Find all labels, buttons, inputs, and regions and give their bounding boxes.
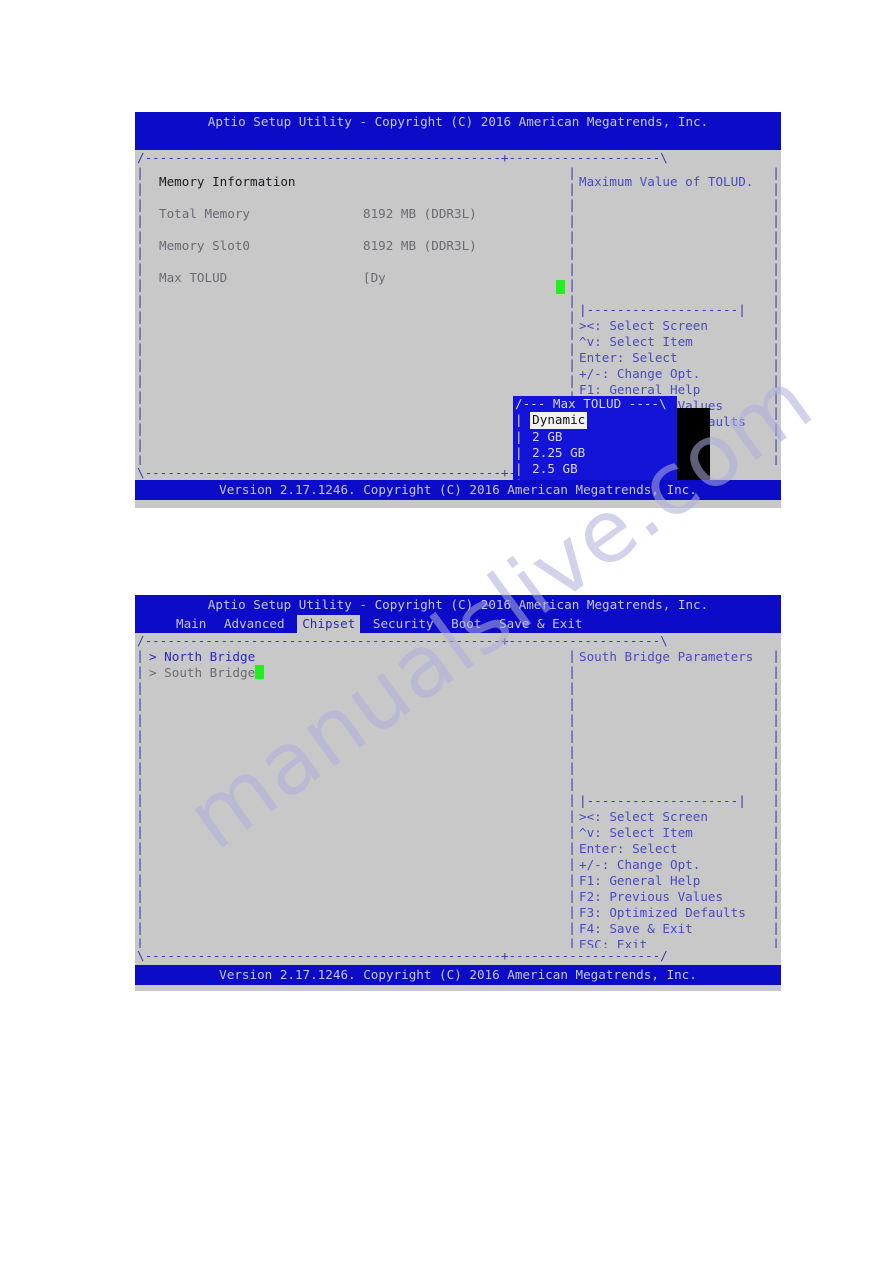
spacer-row — [579, 761, 781, 777]
spacer-row — [579, 286, 781, 302]
title-bar-screen2: Aptio Setup Utility - Copyright (C) 2016… — [135, 595, 781, 615]
bios-screen-chipset-main: Aptio Setup Utility - Copyright (C) 2016… — [135, 595, 781, 991]
dropdown-option-label: 2 GB — [532, 428, 563, 444]
help-key-f3-optimized-defaults: F3: Optimized Defaults — [579, 905, 746, 920]
setting-label: Memory Slot0 — [159, 238, 250, 253]
settings-list-screen1: Memory Information Total Memory 8192 MB (… — [135, 165, 567, 286]
setting-label: Max TOLUD — [159, 270, 228, 285]
help-key-f1-general-help: F1: General Help — [579, 873, 701, 888]
dropdown-option-label: 2.25 GB — [532, 444, 586, 460]
setting-value: 8192 MB (DDR3L) — [363, 206, 477, 221]
help-key-enter-select: Enter: Select — [579, 841, 678, 856]
tab-boot[interactable]: Boot — [446, 615, 486, 633]
cursor-block-screen1 — [556, 280, 565, 296]
help-key-select-screen: ><: Select Screen — [579, 809, 708, 824]
settings-panel-screen1: | | | | | | | | | | | | | | | | | | | Me… — [135, 165, 567, 465]
settings-list-screen2: > North Bridge > South Bridge — [135, 648, 567, 681]
help-key-change-opt: +/-: Change Opt. — [579, 366, 701, 381]
spacer-row — [579, 665, 781, 681]
panel-columns-screen2: | | | | | | | | | | | | | | | | | | | > … — [135, 648, 781, 948]
spacer-row — [579, 681, 781, 697]
body-area-screen2: /---------------------------------------… — [135, 633, 781, 965]
spacer-row — [159, 254, 567, 270]
menu-item-label: > South Bridge — [149, 665, 256, 680]
spacer-row — [579, 254, 781, 270]
help-key-f2-previous-values: F2: Previous Values — [579, 889, 724, 904]
dropdown-title-border: /--- Max TOLUD ----\ — [515, 396, 667, 411]
top-rule-screen1: /---------------------------------------… — [137, 150, 668, 165]
menu-bar-screen2: Main Advanced Chipset Security Boot Save… — [135, 615, 781, 633]
setting-value: 8192 MB (DDR3L) — [363, 238, 477, 253]
dropdown-option-2-75gb[interactable]: | 2.75 GB — [513, 477, 677, 480]
tab-security[interactable]: Security — [368, 615, 439, 633]
setting-row-max-tolud[interactable]: Max TOLUD [Dy — [159, 270, 567, 286]
spacer-row — [579, 206, 781, 222]
spacer-row — [579, 777, 781, 793]
left-border-screen1: | | | | | | | | | | | | | | | | | | | — [136, 165, 144, 465]
tab-chipset[interactable]: Chipset — [297, 615, 361, 633]
spacer-row — [579, 270, 781, 286]
footer-bar-screen1: Version 2.17.1246. Copyright (C) 2016 Am… — [135, 480, 781, 500]
dropdown-option-label: Dynamic — [530, 412, 588, 429]
help-text-screen2: South Bridge Parameters — [579, 649, 754, 664]
help-right-border-screen2: | | | | | | | | | | | | | | | | | | | — [772, 648, 780, 948]
help-key-select-screen: ><: Select Screen — [579, 318, 708, 333]
tab-advanced[interactable]: Advanced — [219, 615, 290, 633]
dropdown-option-2-5gb[interactable]: | 2.5 GB — [513, 461, 677, 477]
dropdown-option-label: 2.75 GB — [530, 477, 587, 480]
tab-main[interactable]: Main — [171, 615, 211, 633]
setting-row-total-memory: Total Memory 8192 MB (DDR3L) — [159, 206, 567, 222]
help-key-select-item: ^v: Select Item — [579, 334, 693, 349]
footer-bar-screen2: Version 2.17.1246. Copyright (C) 2016 Am… — [135, 965, 781, 985]
top-rule-screen2: /---------------------------------------… — [137, 633, 668, 648]
spacer-row — [579, 713, 781, 729]
help-key-f4-save-exit: F4: Save & Exit — [579, 921, 693, 936]
help-panel-screen2: | | | | | | | | | | | | | | | | | | | | … — [567, 648, 781, 948]
dropdown-option-dynamic[interactable]: | Dynamic — [513, 412, 677, 429]
spacer-row — [159, 190, 567, 206]
spacer-row — [579, 745, 781, 761]
tab-save-exit[interactable]: Save & Exit — [494, 615, 587, 633]
help-right-border-screen1: | | | | | | | | | | | | | | | | | | | — [772, 165, 780, 465]
help-text-screen1: Maximum Value of TOLUD. — [579, 174, 754, 189]
setting-value: [Dy — [363, 270, 386, 285]
title-bar: Aptio Setup Utility - Copyright (C) 2016… — [135, 112, 781, 132]
help-key-change-opt: +/-: Change Opt. — [579, 857, 701, 872]
dropdown-option-2-25gb[interactable]: | 2.25 GB — [513, 445, 677, 461]
dropdown-option-2gb[interactable]: | 2 GB — [513, 429, 677, 445]
bottom-rule-screen2: \---------------------------------------… — [137, 948, 668, 963]
help-separator-screen2: |--------------------| — [579, 793, 746, 808]
setting-row-memory-slot0: Memory Slot0 8192 MB (DDR3L) — [159, 238, 567, 254]
help-key-esc-exit: ESC: Exit — [579, 937, 648, 948]
help-key-enter-select: Enter: Select — [579, 350, 678, 365]
cursor-block-screen2 — [255, 665, 265, 679]
setting-label: Total Memory — [159, 206, 250, 221]
spacer-row — [579, 222, 781, 238]
menu-item-north-bridge[interactable]: > North Bridge — [149, 649, 567, 665]
settings-panel-screen2: | | | | | | | | | | | | | | | | | | | > … — [135, 648, 567, 948]
help-left-border-screen2: | | | | | | | | | | | | | | | | | | | — [568, 648, 576, 948]
bios-screen-chipset-max-tolud: Aptio Setup Utility - Copyright (C) 2016… — [135, 112, 781, 508]
spacer-row — [579, 729, 781, 745]
spacer-row — [159, 222, 567, 238]
max-tolud-dropdown[interactable]: /--- Max TOLUD ----\ | Dynamic | 2 GB | … — [513, 396, 677, 480]
help-separator-screen1: |--------------------| — [579, 302, 746, 317]
section-header-memory-information: Memory Information — [159, 174, 296, 189]
dropdown-option-label: 2.5 GB — [532, 461, 578, 477]
spacer-row — [579, 238, 781, 254]
spacer-row — [579, 190, 781, 206]
help-key-select-item: ^v: Select Item — [579, 825, 693, 840]
menu-bar-screen1: Chipset — [135, 132, 781, 168]
left-border-screen2: | | | | | | | | | | | | | | | | | | | — [136, 648, 144, 948]
spacer-row — [579, 697, 781, 713]
menu-item-south-bridge[interactable]: > South Bridge — [149, 665, 567, 681]
help-content-screen2: South Bridge Parameters |---------------… — [567, 648, 781, 948]
body-area-screen1: /---------------------------------------… — [135, 150, 781, 480]
